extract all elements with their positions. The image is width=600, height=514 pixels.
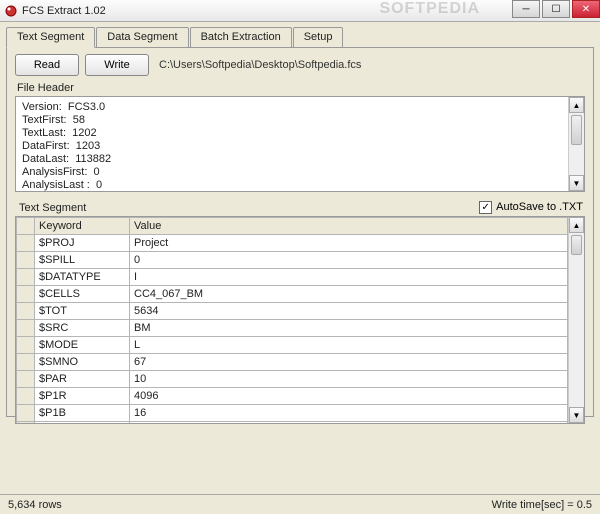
row-selector[interactable] — [17, 303, 35, 320]
table-row[interactable]: $P1R4096 — [17, 388, 568, 405]
cell-keyword[interactable]: $P1B — [35, 405, 130, 422]
tab-setup[interactable]: Setup — [293, 27, 344, 48]
main-panel: Read Write C:\Users\Softpedia\Desktop\So… — [6, 47, 594, 417]
status-bar: 5,634 rows Write time[sec] = 0.5 — [0, 494, 600, 514]
scroll-down-icon[interactable]: ▼ — [569, 407, 584, 423]
tab-bar: Text Segment Data Segment Batch Extracti… — [0, 22, 600, 47]
table-row[interactable]: $MODEL — [17, 337, 568, 354]
row-selector[interactable] — [17, 405, 35, 422]
read-button[interactable]: Read — [15, 54, 79, 76]
cell-value[interactable]: Project — [130, 235, 568, 252]
cell-keyword[interactable]: $P1N — [35, 422, 130, 424]
cell-keyword[interactable]: $P1R — [35, 388, 130, 405]
file-header-scrollbar[interactable]: ▲ ▼ — [568, 97, 584, 191]
filepath-label: C:\Users\Softpedia\Desktop\Softpedia.fcs — [155, 56, 365, 74]
cell-value[interactable]: 10 — [130, 371, 568, 388]
status-rows: 5,634 rows — [8, 499, 62, 511]
cell-keyword[interactable]: $MODE — [35, 337, 130, 354]
table-row[interactable]: $P1NPulse Width — [17, 422, 568, 424]
autosave-checkbox[interactable]: ✓ AutoSave to .TXT — [479, 201, 583, 214]
header-line: DataLast: 113882 — [22, 153, 578, 166]
text-segment-row: Text Segment ✓ AutoSave to .TXT — [17, 200, 583, 214]
row-selector[interactable] — [17, 371, 35, 388]
table-row[interactable]: $PROJProject — [17, 235, 568, 252]
window-buttons: ─ ☐ ✕ — [512, 0, 600, 18]
text-segment-table-wrap: Keyword Value $PROJProject$SPILL0$DATATY… — [15, 216, 585, 424]
header-line: Version: FCS3.0 — [22, 101, 578, 114]
status-write-time: Write time[sec] = 0.5 — [492, 499, 592, 511]
scroll-up-icon[interactable]: ▲ — [569, 217, 584, 233]
row-selector[interactable] — [17, 422, 35, 424]
tab-batch-extraction[interactable]: Batch Extraction — [190, 27, 292, 48]
cell-keyword[interactable]: $TOT — [35, 303, 130, 320]
table-row[interactable]: $P1B16 — [17, 405, 568, 422]
cell-keyword[interactable]: $SPILL — [35, 252, 130, 269]
row-selector[interactable] — [17, 269, 35, 286]
close-button[interactable]: ✕ — [572, 0, 600, 18]
write-button[interactable]: Write — [85, 54, 149, 76]
cell-keyword[interactable]: $DATATYPE — [35, 269, 130, 286]
table-row[interactable]: $SPILL0 — [17, 252, 568, 269]
table-header-sel[interactable] — [17, 218, 35, 235]
cell-keyword[interactable]: $PROJ — [35, 235, 130, 252]
cell-value[interactable]: 0 — [130, 252, 568, 269]
scroll-thumb[interactable] — [571, 115, 582, 145]
cell-value[interactable]: I — [130, 269, 568, 286]
table-scrollbar[interactable]: ▲ ▼ — [568, 217, 584, 423]
cell-keyword[interactable]: $CELLS — [35, 286, 130, 303]
table-row[interactable]: $CELLSCC4_067_BM — [17, 286, 568, 303]
watermark: SOFTPEDIA — [379, 0, 480, 18]
row-selector[interactable] — [17, 235, 35, 252]
action-row: Read Write C:\Users\Softpedia\Desktop\So… — [15, 54, 585, 76]
cell-keyword[interactable]: $SMNO — [35, 354, 130, 371]
table-header-value[interactable]: Value — [130, 218, 568, 235]
cell-value[interactable]: 67 — [130, 354, 568, 371]
header-line: DataFirst: 1203 — [22, 140, 578, 153]
scroll-thumb[interactable] — [571, 235, 582, 255]
file-header-text: Version: FCS3.0TextFirst: 58TextLast: 12… — [22, 101, 578, 192]
scroll-up-icon[interactable]: ▲ — [569, 97, 584, 113]
autosave-label: AutoSave to .TXT — [496, 201, 583, 213]
row-selector[interactable] — [17, 337, 35, 354]
cell-value[interactable]: 16 — [130, 405, 568, 422]
tab-data-segment[interactable]: Data Segment — [96, 27, 188, 48]
header-line: AnalysisFirst: 0 — [22, 166, 578, 179]
table-row[interactable]: $SMNO67 — [17, 354, 568, 371]
table-row[interactable]: $PAR10 — [17, 371, 568, 388]
cell-value[interactable]: 5634 — [130, 303, 568, 320]
row-selector[interactable] — [17, 354, 35, 371]
minimize-button[interactable]: ─ — [512, 0, 540, 18]
file-header-label: File Header — [17, 82, 585, 94]
header-line: TextFirst: 58 — [22, 114, 578, 127]
table-row[interactable]: $SRCBM — [17, 320, 568, 337]
header-line: TextLast: 1202 — [22, 127, 578, 140]
header-line: AnalysisLast : 0 — [22, 179, 578, 192]
checkbox-box[interactable]: ✓ — [479, 201, 492, 214]
table-row[interactable]: $DATATYPEI — [17, 269, 568, 286]
row-selector[interactable] — [17, 320, 35, 337]
file-header-box: Version: FCS3.0TextFirst: 58TextLast: 12… — [15, 96, 585, 192]
maximize-button[interactable]: ☐ — [542, 0, 570, 18]
table-header-keyword[interactable]: Keyword — [35, 218, 130, 235]
row-selector[interactable] — [17, 388, 35, 405]
row-selector[interactable] — [17, 286, 35, 303]
window-title: FCS Extract 1.02 — [22, 5, 596, 17]
cell-keyword[interactable]: $SRC — [35, 320, 130, 337]
titlebar: FCS Extract 1.02 SOFTPEDIA ─ ☐ ✕ — [0, 0, 600, 22]
scroll-down-icon[interactable]: ▼ — [569, 175, 584, 191]
cell-value[interactable]: CC4_067_BM — [130, 286, 568, 303]
tab-text-segment[interactable]: Text Segment — [6, 27, 95, 48]
cell-value[interactable]: BM — [130, 320, 568, 337]
table-row[interactable]: $TOT5634 — [17, 303, 568, 320]
app-icon — [4, 4, 18, 18]
cell-keyword[interactable]: $PAR — [35, 371, 130, 388]
text-segment-table: Keyword Value $PROJProject$SPILL0$DATATY… — [16, 217, 568, 423]
cell-value[interactable]: Pulse Width — [130, 422, 568, 424]
cell-value[interactable]: L — [130, 337, 568, 354]
text-segment-label: Text Segment — [19, 202, 86, 214]
cell-value[interactable]: 4096 — [130, 388, 568, 405]
row-selector[interactable] — [17, 252, 35, 269]
